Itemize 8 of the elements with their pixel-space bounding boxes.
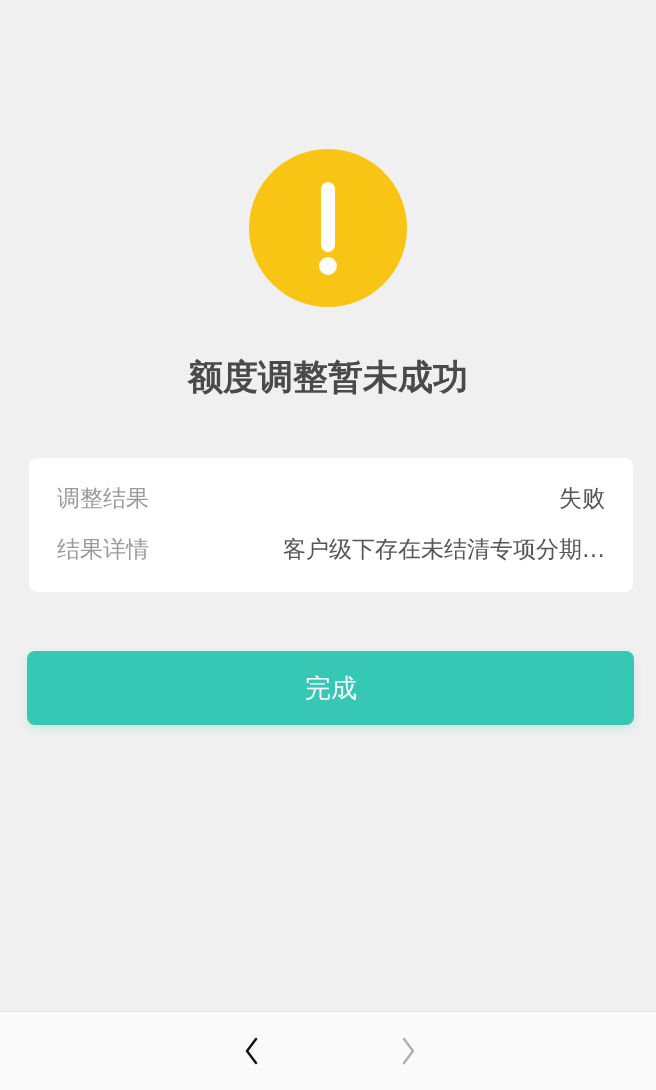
row-value: 失败 — [559, 484, 605, 513]
result-title: 额度调整暂未成功 — [188, 356, 468, 399]
row-label: 结果详情 — [57, 535, 149, 564]
done-button[interactable]: 完成 — [27, 651, 634, 725]
row-label: 调整结果 — [57, 484, 149, 513]
back-chevron-icon[interactable] — [244, 1037, 258, 1065]
row-value: 客户级下存在未结清专项分期… — [283, 535, 605, 564]
warning-icon — [249, 149, 407, 307]
